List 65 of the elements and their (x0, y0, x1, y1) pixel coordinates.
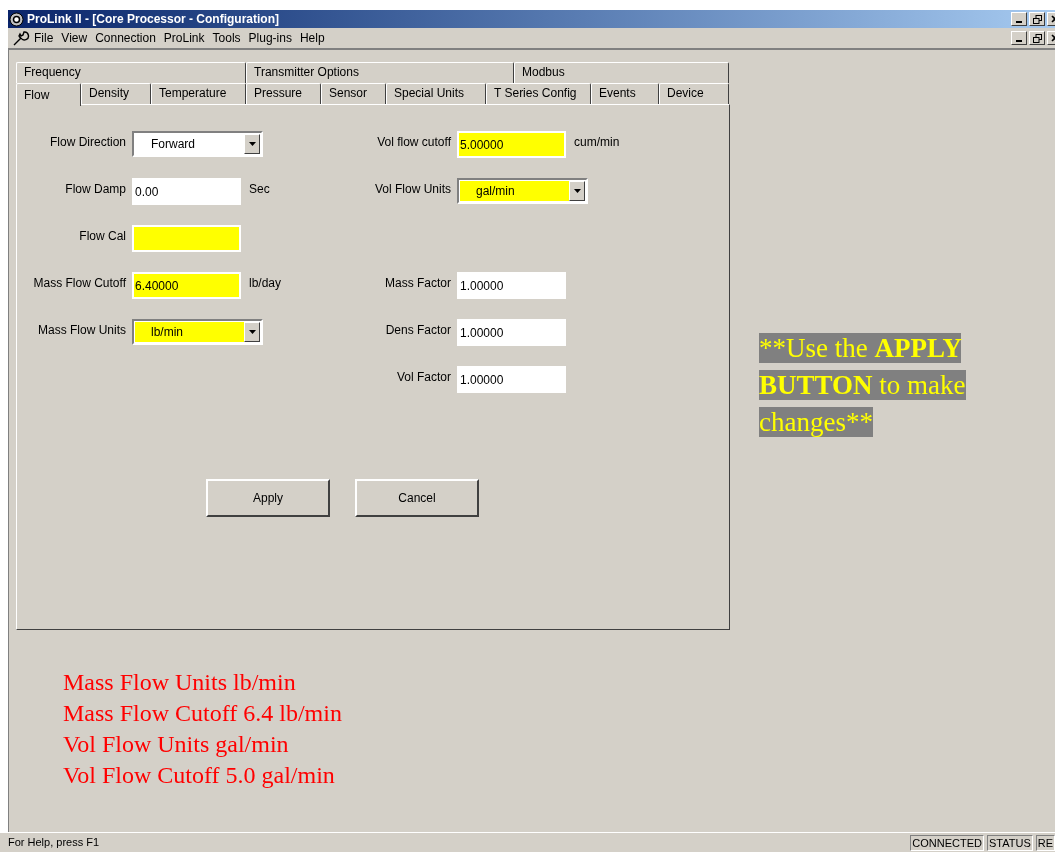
tab[interactable]: Frequency (16, 62, 246, 83)
tab[interactable]: Flow (16, 83, 81, 106)
menu-item[interactable]: View (57, 29, 92, 47)
field-label: Flow Cal (78, 228, 127, 245)
status-text: For Help, press F1 (8, 835, 101, 851)
input-field[interactable]: 1.00000 (457, 272, 566, 299)
app-logo-icon (9, 11, 24, 27)
menu-item[interactable]: Tools (208, 29, 245, 47)
tab[interactable]: Temperature (151, 83, 246, 104)
minimize-button[interactable] (1011, 31, 1027, 45)
note-text: Mass Flow Cutoff 6.4 lb/min (63, 699, 343, 728)
dialog-button[interactable]: Cancel (355, 479, 479, 517)
unit-label: lb/day (249, 275, 282, 292)
dialog-button[interactable]: Apply (206, 479, 330, 517)
field-label: Vol Factor (395, 369, 452, 386)
field-label: Flow Direction (48, 134, 127, 151)
tab[interactable]: Pressure (246, 83, 321, 104)
menu-item[interactable]: File (30, 29, 58, 47)
menu-item[interactable]: ProLink (159, 29, 209, 47)
tab[interactable]: T Series Config (486, 83, 591, 104)
wrench-icon (12, 30, 30, 46)
dropdown[interactable]: Forward (132, 131, 263, 157)
field-label: Vol Flow Units (373, 181, 452, 198)
note-text: Mass Flow Units lb/min (63, 668, 297, 697)
dropdown-arrow-icon (573, 189, 581, 193)
input-field[interactable]: 5.00000 (457, 131, 566, 158)
input-field[interactable]: 1.00000 (457, 366, 566, 393)
unit-label: Sec (249, 181, 270, 198)
menu-item[interactable]: Connection (91, 29, 160, 47)
minimize-button[interactable] (1011, 12, 1027, 26)
dropdown-arrow-icon (248, 330, 256, 334)
field-label: Mass Factor (384, 275, 452, 292)
menu-item[interactable]: Plug-ins (244, 29, 296, 47)
dropdown[interactable]: lb/min (132, 319, 263, 345)
input-field[interactable] (132, 225, 241, 252)
tab[interactable]: Transmitter Options (246, 62, 514, 83)
window-title: ProLink II - [Core Processor - Configuration] (27, 11, 281, 28)
menu-item[interactable]: Help (295, 29, 329, 47)
field-label: Dens Factor (384, 322, 452, 339)
note-text: Vol Flow Cutoff 5.0 gal/min (63, 761, 336, 790)
field-label: Mass Flow Cutoff (32, 275, 127, 292)
callout-text: **Use the APPLY BUTTON to make changes** (759, 332, 967, 439)
input-field[interactable]: 0.00 (132, 178, 241, 205)
unit-label: cum/min (574, 134, 620, 151)
status-pane: CONNECTED (910, 834, 984, 851)
field-label: Mass Flow Units (37, 322, 127, 339)
tab[interactable]: Modbus (514, 62, 729, 83)
tab[interactable]: Density (81, 83, 151, 104)
tab[interactable]: Sensor (321, 83, 386, 104)
tab[interactable]: Special Units (386, 83, 486, 104)
status-pane: STATUS (986, 834, 1033, 851)
field-label: Vol flow cutoff (376, 134, 452, 151)
restore-icon (1032, 14, 1042, 24)
field-label: Flow Damp (64, 181, 127, 198)
input-field[interactable]: 1.00000 (457, 319, 566, 346)
tab[interactable]: Events (591, 83, 659, 104)
input-field[interactable]: 6.40000 (132, 272, 241, 299)
restore-icon (1032, 33, 1042, 43)
dropdown[interactable]: gal/min (457, 178, 588, 204)
tab[interactable]: Device (659, 83, 729, 104)
restore-button[interactable] (1029, 12, 1045, 26)
status-pane: RE (1035, 834, 1055, 851)
dropdown-arrow-icon (248, 142, 256, 146)
restore-button[interactable] (1029, 31, 1045, 45)
note-text: Vol Flow Units gal/min (63, 730, 290, 759)
